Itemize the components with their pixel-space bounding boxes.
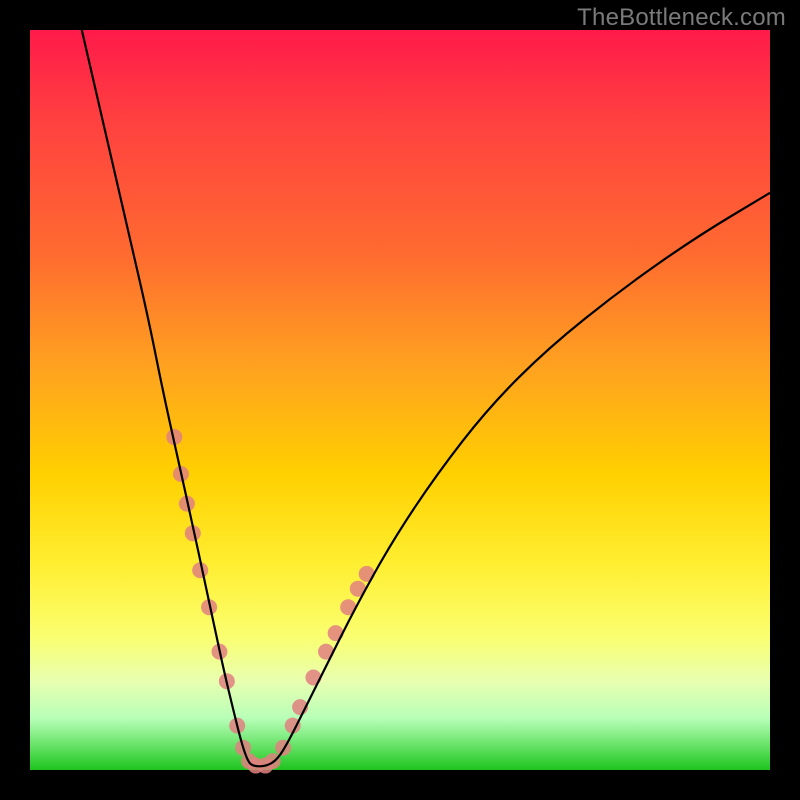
plot-area	[30, 30, 770, 770]
bottleneck-curve	[82, 30, 770, 766]
watermark-text: TheBottleneck.com	[577, 4, 786, 32]
marker-dots-group	[166, 429, 374, 774]
marker-dot	[328, 625, 344, 641]
curve-svg	[30, 30, 770, 770]
chart-frame: TheBottleneck.com	[0, 0, 800, 800]
marker-dot	[359, 566, 375, 582]
marker-dot	[305, 670, 321, 686]
